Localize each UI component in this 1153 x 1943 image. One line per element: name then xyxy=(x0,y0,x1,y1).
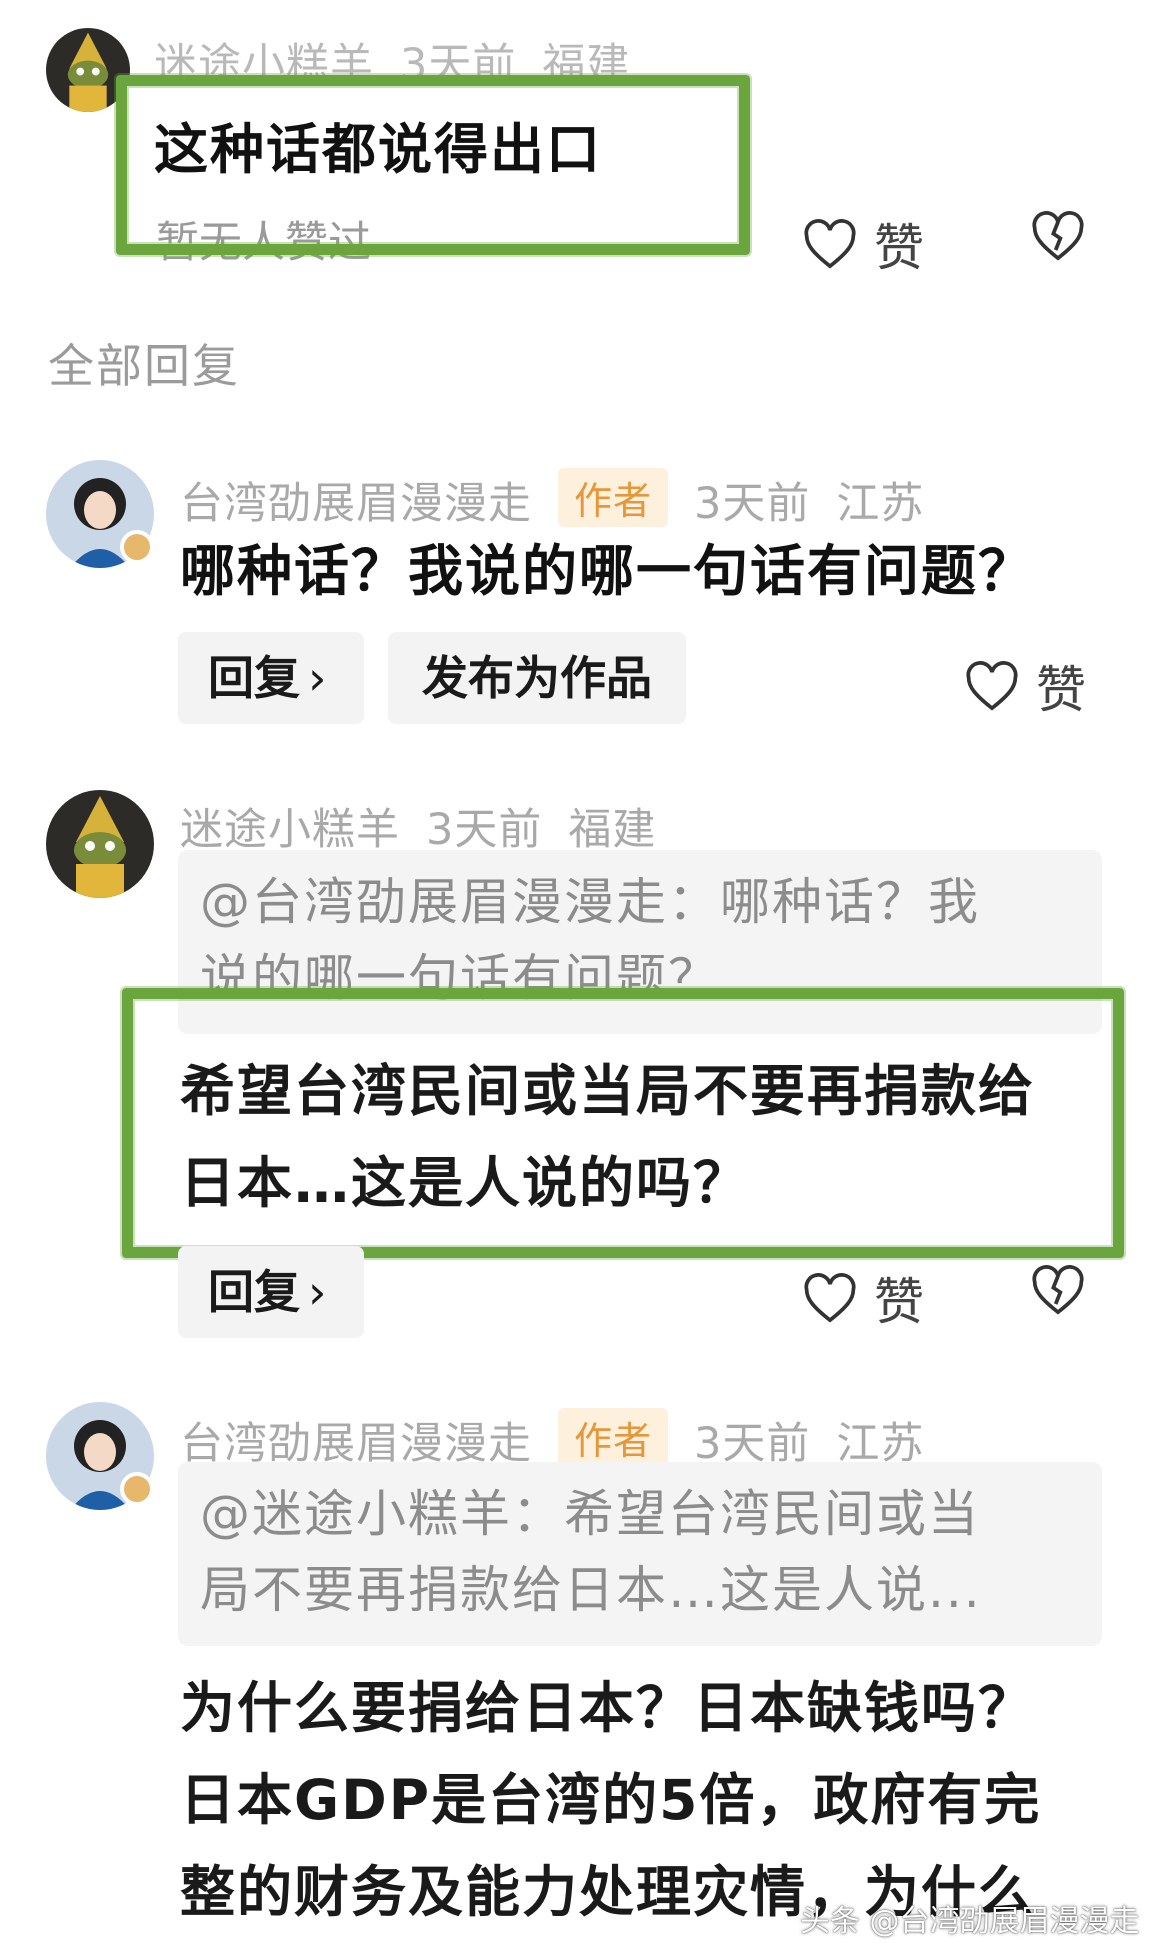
timestamp: 3天前 xyxy=(694,479,811,529)
highlight-box xyxy=(122,988,1124,1258)
like-button[interactable]: 赞 xyxy=(802,208,924,280)
location: 福建 xyxy=(568,805,657,855)
quoted-reply[interactable]: @迷途小糕羊：希望台湾民间或当 局不要再捐款给日本…这是人说... xyxy=(178,1462,1102,1646)
quote-line: @台湾劭展眉漫漫走：哪种话？我 xyxy=(200,873,980,931)
author-tag: 作者 xyxy=(558,1408,669,1467)
frog-wizard-avatar-image xyxy=(46,790,154,898)
broken-heart-icon xyxy=(1032,1265,1084,1315)
like-button[interactable]: 赞 xyxy=(964,650,1086,722)
quote-line: @迷途小糕羊：希望台湾民间或当 xyxy=(200,1485,980,1543)
publish-as-work-button[interactable]: 发布为作品 xyxy=(388,632,686,724)
verified-badge-icon xyxy=(120,1472,154,1506)
like-label: 赞 xyxy=(874,219,924,277)
broken-heart-icon xyxy=(1032,211,1084,261)
username[interactable]: 迷途小糕羊 xyxy=(180,805,400,855)
like-label: 赞 xyxy=(1036,661,1086,719)
reply-text: 哪种话？我说的哪一句话有问题？ xyxy=(180,539,1036,603)
reply-text-line: 日本GDP是台湾的5倍，政府有完 xyxy=(180,1768,1042,1832)
reply-meta: 迷途小糕羊 3天前 福建 xyxy=(180,795,682,857)
reply-label: 回复 xyxy=(208,651,300,705)
dislike-button[interactable] xyxy=(1030,210,1086,262)
chevron-right-icon: › xyxy=(308,1265,327,1319)
author-tag: 作者 xyxy=(558,468,669,527)
heart-icon xyxy=(804,1273,856,1323)
username[interactable]: 台湾劭展眉漫漫走 xyxy=(180,479,532,529)
reply-meta: 台湾劭展眉漫漫走 作者 3天前 江苏 xyxy=(180,468,950,531)
highlight-box xyxy=(116,75,750,255)
reply-button[interactable]: 回复 › xyxy=(178,1246,364,1338)
reply-label: 回复 xyxy=(208,1265,300,1319)
timestamp: 3天前 xyxy=(426,805,543,855)
like-button[interactable]: 赞 xyxy=(802,1262,924,1334)
reply-text-line: 为什么要捐给日本？日本缺钱吗？ xyxy=(180,1676,1036,1740)
chevron-right-icon: › xyxy=(308,651,327,705)
dislike-button[interactable] xyxy=(1030,1264,1086,1316)
watermark: 头条 @台湾劭展眉漫漫走 xyxy=(800,1904,1140,1939)
verified-badge-icon xyxy=(120,530,154,564)
quote-line: 局不要再捐款给日本…这是人说... xyxy=(200,1561,982,1619)
like-label: 赞 xyxy=(874,1273,924,1331)
publish-label: 发布为作品 xyxy=(422,651,652,705)
section-title: 全部回复 xyxy=(48,339,240,393)
reply-button[interactable]: 回复 › xyxy=(178,632,364,724)
avatar[interactable] xyxy=(46,790,154,898)
heart-icon xyxy=(966,661,1018,711)
location: 江苏 xyxy=(836,479,925,529)
heart-icon xyxy=(804,219,856,269)
